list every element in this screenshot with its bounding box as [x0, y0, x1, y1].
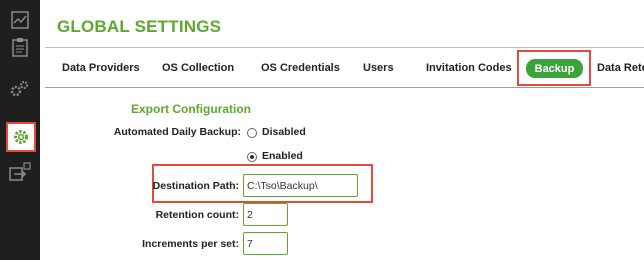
- daily-backup-label: Automated Daily Backup:: [113, 126, 241, 138]
- tab-os-collection[interactable]: OS Collection: [162, 62, 234, 74]
- increments-per-set-label: Increments per set:: [142, 238, 239, 250]
- chart-icon[interactable]: [6, 8, 34, 32]
- tab-bar: Data Providers OS Collection OS Credenti…: [45, 47, 644, 88]
- export-configuration-heading: Export Configuration: [131, 102, 251, 116]
- backup-tab-highlight: Backup: [517, 50, 591, 86]
- settings-gear-icon[interactable]: [6, 122, 36, 152]
- destination-path-label: Destination Path:: [152, 180, 239, 192]
- tab-invitation-codes[interactable]: Invitation Codes: [426, 62, 512, 74]
- disabled-radio[interactable]: [247, 128, 257, 138]
- left-sidebar: [0, 0, 40, 260]
- retention-count-input[interactable]: [243, 203, 288, 226]
- enabled-radio[interactable]: [247, 152, 257, 162]
- tab-users[interactable]: Users: [363, 62, 394, 74]
- tab-backup[interactable]: Backup: [526, 59, 583, 78]
- tab-data-retention[interactable]: Data Retention: [597, 62, 644, 74]
- destination-path-input[interactable]: [243, 174, 358, 197]
- increments-per-set-input[interactable]: [243, 232, 288, 255]
- retention-count-label: Retention count:: [155, 209, 239, 221]
- clipboard-icon[interactable]: [6, 35, 34, 59]
- tab-os-credentials[interactable]: OS Credentials: [261, 62, 340, 74]
- export-icon[interactable]: [6, 160, 34, 184]
- page-title: GLOBAL SETTINGS: [57, 17, 222, 36]
- disabled-radio-label[interactable]: Disabled: [262, 126, 306, 138]
- enabled-radio-label[interactable]: Enabled: [262, 150, 303, 162]
- tab-data-providers[interactable]: Data Providers: [62, 62, 140, 74]
- gears-icon[interactable]: [6, 77, 34, 101]
